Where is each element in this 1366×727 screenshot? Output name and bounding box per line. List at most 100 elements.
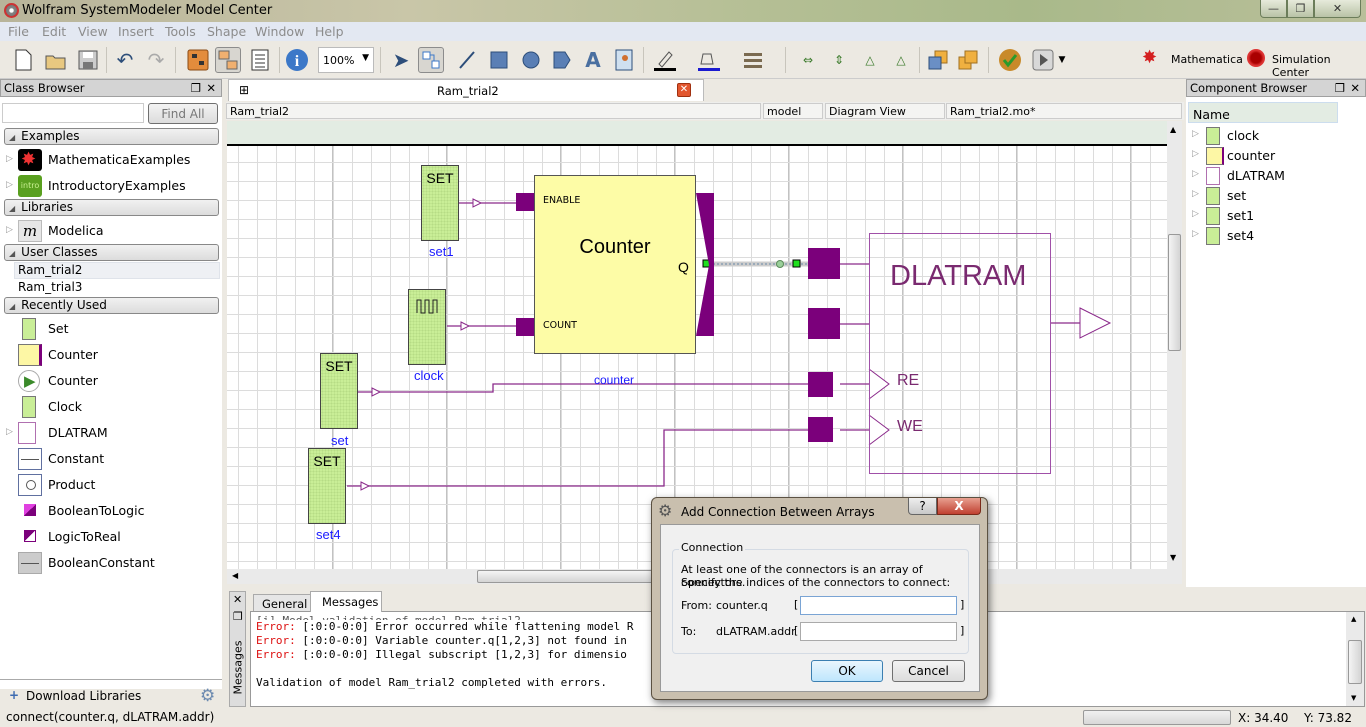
download-libraries-link[interactable]: + Download Libraries ⚙ <box>0 686 222 706</box>
recent-item-constant[interactable]: Constant <box>0 446 222 472</box>
new-file-icon[interactable] <box>10 47 36 73</box>
menu-window[interactable]: Window <box>255 24 304 39</box>
from-index-input[interactable] <box>800 596 957 615</box>
save-icon[interactable] <box>75 47 101 73</box>
scroll-down-icon[interactable]: ▼ <box>1351 694 1356 702</box>
recent-item-logic-to-real[interactable]: LogicToReal <box>0 524 222 550</box>
counter-block[interactable]: Counter ENABLE COUNT Q <box>534 175 696 354</box>
rectangle-tool-icon[interactable] <box>486 47 512 73</box>
select-pointer-icon[interactable]: ➤ <box>388 47 414 73</box>
text-tool-icon[interactable]: A <box>580 47 606 73</box>
to-index-input[interactable] <box>800 622 957 641</box>
expand-icon[interactable]: ▷ <box>1192 209 1199 219</box>
user-class-ram-trial2[interactable]: Ram_trial2 <box>14 262 220 279</box>
close-window-button[interactable]: ✕ <box>1314 0 1361 18</box>
class-item-modelica[interactable]: ▷ m Modelica <box>0 218 222 244</box>
class-item-introductory-examples[interactable]: ▷ intro IntroductoryExamples <box>0 173 222 199</box>
addr-port[interactable] <box>808 248 840 279</box>
section-user-classes[interactable]: User Classes <box>4 244 219 261</box>
expand-icon[interactable]: ▷ <box>1192 149 1199 159</box>
line-color-icon[interactable] <box>653 47 679 73</box>
canvas-vertical-scrollbar[interactable]: ▲ ▼ <box>1167 121 1182 569</box>
bring-front-icon[interactable] <box>925 47 951 73</box>
messages-scrollbar[interactable]: ▲ ▼ <box>1346 612 1364 706</box>
menu-view[interactable]: View <box>78 24 108 39</box>
zoom-select[interactable]: 100% ▼ <box>318 47 374 73</box>
re-port[interactable] <box>808 372 833 397</box>
menu-insert[interactable]: Insert <box>118 24 154 39</box>
flip-horizontal-icon[interactable]: ⇔ <box>795 47 821 73</box>
menu-tools[interactable]: Tools <box>165 24 196 39</box>
expand-icon[interactable]: ▷ <box>6 427 13 437</box>
simulation-center-button[interactable]: Simulation Center <box>1245 49 1366 79</box>
close-icon[interactable]: ✕ <box>206 81 216 95</box>
section-libraries[interactable]: Libraries <box>4 199 219 216</box>
polygon-tool-icon[interactable] <box>549 47 575 73</box>
name-column-header[interactable]: Name <box>1188 102 1338 123</box>
recent-item-set[interactable]: Set <box>0 316 222 342</box>
cancel-button[interactable]: Cancel <box>892 660 965 682</box>
expand-icon[interactable]: ▷ <box>6 225 13 235</box>
line-style-icon[interactable] <box>740 47 766 73</box>
menu-file[interactable]: File <box>8 24 29 39</box>
bitmap-tool-icon[interactable] <box>611 47 637 73</box>
class-search-input[interactable] <box>2 103 144 123</box>
ellipse-tool-icon[interactable] <box>518 47 544 73</box>
vertical-scroll-thumb[interactable] <box>1168 234 1181 351</box>
info-icon[interactable]: i <box>284 47 310 73</box>
gear-icon[interactable]: ⚙ <box>200 686 215 706</box>
recent-item-clock[interactable]: Clock <box>0 394 222 420</box>
scroll-left-icon[interactable]: ◀ <box>232 571 238 580</box>
expand-icon[interactable]: ▷ <box>1192 229 1199 239</box>
close-icon[interactable]: ✕ <box>1350 81 1360 95</box>
simulate-dropdown-icon[interactable]: ▼ <box>1056 47 1068 73</box>
set1-block[interactable]: SET <box>421 165 459 241</box>
dialog-close-button[interactable]: X <box>937 498 981 515</box>
user-class-ram-trial3[interactable]: Ram_trial3 <box>18 280 82 294</box>
line-tool-icon[interactable] <box>454 47 480 73</box>
menu-help[interactable]: Help <box>315 24 344 39</box>
expand-icon[interactable]: ▷ <box>6 154 13 164</box>
undo-icon[interactable]: ↶ <box>112 47 138 73</box>
clock-block[interactable] <box>408 289 446 365</box>
expand-icon[interactable]: ▷ <box>1192 189 1199 199</box>
expand-icon[interactable]: ▷ <box>1192 129 1199 139</box>
float-icon[interactable]: ❐ <box>1335 81 1345 95</box>
expand-icon[interactable]: ▷ <box>6 180 13 190</box>
tab-general[interactable]: General <box>253 594 311 612</box>
close-tab-icon[interactable]: ✕ <box>677 83 691 97</box>
validate-icon[interactable] <box>997 47 1023 73</box>
simulate-icon[interactable] <box>1030 47 1056 73</box>
open-folder-icon[interactable] <box>43 47 69 73</box>
data-in-port[interactable] <box>808 308 840 339</box>
set-block[interactable]: SET <box>320 353 358 429</box>
messages-scroll-thumb[interactable] <box>1348 640 1362 684</box>
redo-icon[interactable]: ↷ <box>143 47 169 73</box>
tab-messages[interactable]: Messages <box>310 591 382 612</box>
icon-view-icon[interactable] <box>185 47 211 73</box>
enable-port[interactable] <box>516 193 534 211</box>
find-all-button[interactable]: Find All <box>148 103 218 124</box>
menu-edit[interactable]: Edit <box>42 24 66 39</box>
scroll-up-icon[interactable]: ▲ <box>1351 615 1356 623</box>
tab-ram-trial2[interactable]: ⊞ Ram_trial2 ✕ <box>228 79 704 101</box>
recent-item-counter-2[interactable]: ▶ Counter <box>0 368 222 394</box>
float-icon[interactable]: ❐ <box>233 610 243 623</box>
menu-shape[interactable]: Shape <box>207 24 246 39</box>
mathematica-button[interactable]: ✸ Mathematica <box>1142 47 1243 71</box>
recent-item-product[interactable]: Product <box>0 472 222 498</box>
close-icon[interactable]: ✕ <box>233 593 242 606</box>
rotate-left-icon[interactable]: △ <box>857 47 883 73</box>
recent-item-boolean-constant[interactable]: BooleanConstant <box>0 550 222 576</box>
recent-item-counter[interactable]: Counter <box>0 342 222 368</box>
send-back-icon[interactable] <box>955 47 981 73</box>
diagram-view-icon[interactable] <box>215 47 241 73</box>
class-item-mathematica-examples[interactable]: ▷ ✸ MathematicaExamples <box>0 147 222 173</box>
recent-item-boolean-to-logic[interactable]: BooleanToLogic <box>0 498 222 524</box>
fill-color-icon[interactable] <box>697 47 723 73</box>
ok-button[interactable]: OK <box>811 660 883 682</box>
we-port[interactable] <box>808 417 833 442</box>
count-port[interactable] <box>516 318 534 336</box>
connect-tool-icon[interactable] <box>418 47 444 73</box>
text-view-icon[interactable] <box>247 47 273 73</box>
